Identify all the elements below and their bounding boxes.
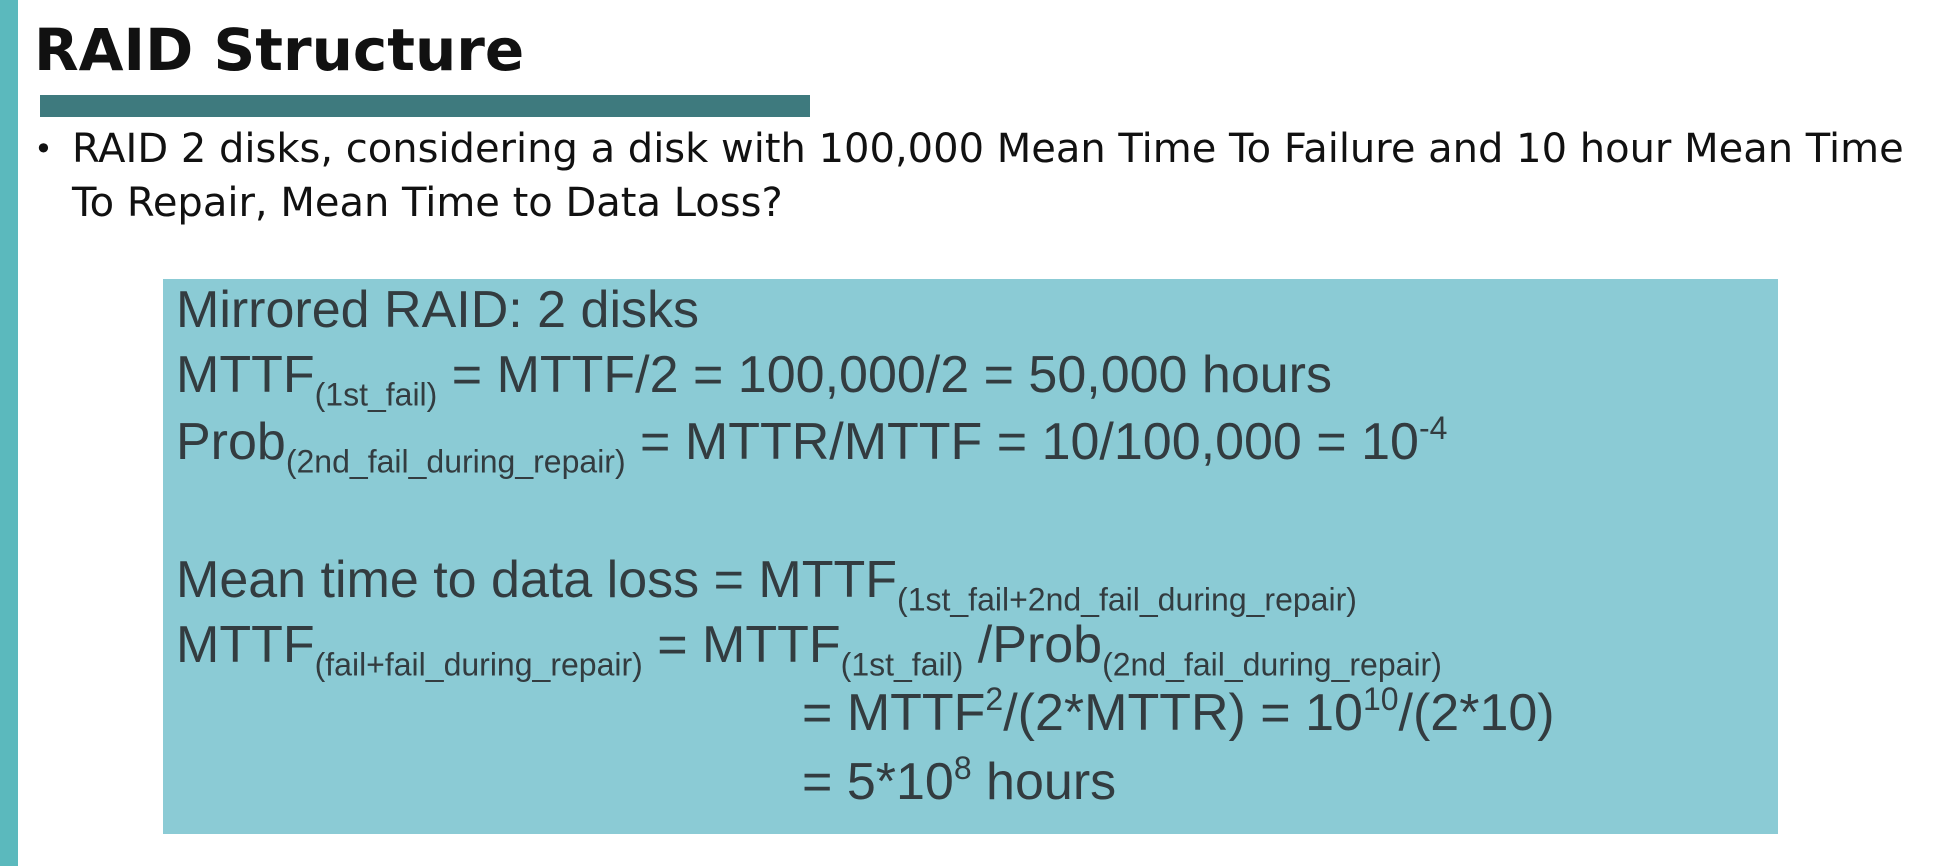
formula-subscript: (1st_fail) bbox=[314, 376, 438, 413]
formula-text: = MTTF bbox=[642, 616, 841, 674]
formula-subscript: (2nd_fail_during_repair) bbox=[1102, 646, 1442, 683]
formula-line-mean-time-data-loss: Mean time to data loss = MTTF(1st_fail+2… bbox=[176, 550, 1357, 615]
formula-superscript: 2 bbox=[985, 681, 1004, 718]
formula-text: MTTF bbox=[176, 346, 315, 404]
formula-subscript: (1st_fail) bbox=[840, 646, 964, 683]
formula-line-mttf-first-fail: MTTF(1st_fail) = MTTF/2 = 100,000/2 = 50… bbox=[176, 345, 1332, 410]
title-underline-bar bbox=[40, 95, 810, 117]
formula-line-mttf-combined: MTTF(fail+fail_during_repair) = MTTF(1st… bbox=[176, 615, 1442, 680]
formula-text: Mean time to data loss = MTTF bbox=[176, 551, 898, 609]
formula-text: = MTTF bbox=[802, 684, 986, 742]
slide: RAID Structure • RAID 2 disks, consideri… bbox=[0, 0, 1956, 866]
bullet-dot-icon: • bbox=[34, 130, 53, 168]
formula-text: /(2*10) bbox=[1398, 684, 1555, 742]
formula-text: = 5*10 bbox=[802, 753, 954, 811]
formula-text: /Prob bbox=[963, 616, 1103, 674]
formula-line-result-hours: = 5*108 hours bbox=[802, 752, 1116, 812]
formula-line-mirrored-raid: Mirrored RAID: 2 disks bbox=[176, 281, 699, 339]
formula-text: MTTF bbox=[176, 616, 315, 674]
formula-text: hours bbox=[971, 753, 1117, 811]
formula-line-prob-second-fail: Prob(2nd_fail_during_repair) = MTTR/MTTF… bbox=[176, 410, 1448, 477]
formula-subscript: (fail+fail_during_repair) bbox=[314, 646, 643, 683]
side-accent-bar bbox=[0, 0, 18, 866]
formula-line-mttf-squared: = MTTF2/(2*MTTR) = 1010/(2*10) bbox=[802, 683, 1555, 743]
formula-subscript: (2nd_fail_during_repair) bbox=[285, 443, 626, 480]
formula-superscript: -4 bbox=[1418, 410, 1448, 447]
formula-subscript: (1st_fail+2nd_fail_during_repair) bbox=[897, 581, 1357, 618]
formula-superscript: 10 bbox=[1362, 681, 1399, 718]
formula-text: Prob bbox=[176, 413, 286, 471]
bullet-text: RAID 2 disks, considering a disk with 10… bbox=[72, 126, 1904, 226]
slide-title: RAID Structure bbox=[34, 16, 525, 84]
formula-text: = MTTF/2 = 100,000/2 = 50,000 hours bbox=[437, 346, 1332, 404]
formula-superscript: 8 bbox=[953, 750, 972, 787]
formula-text: = MTTR/MTTF = 10/100,000 = 10 bbox=[625, 413, 1419, 471]
formula-text: /(2*MTTR) = 10 bbox=[1003, 684, 1363, 742]
